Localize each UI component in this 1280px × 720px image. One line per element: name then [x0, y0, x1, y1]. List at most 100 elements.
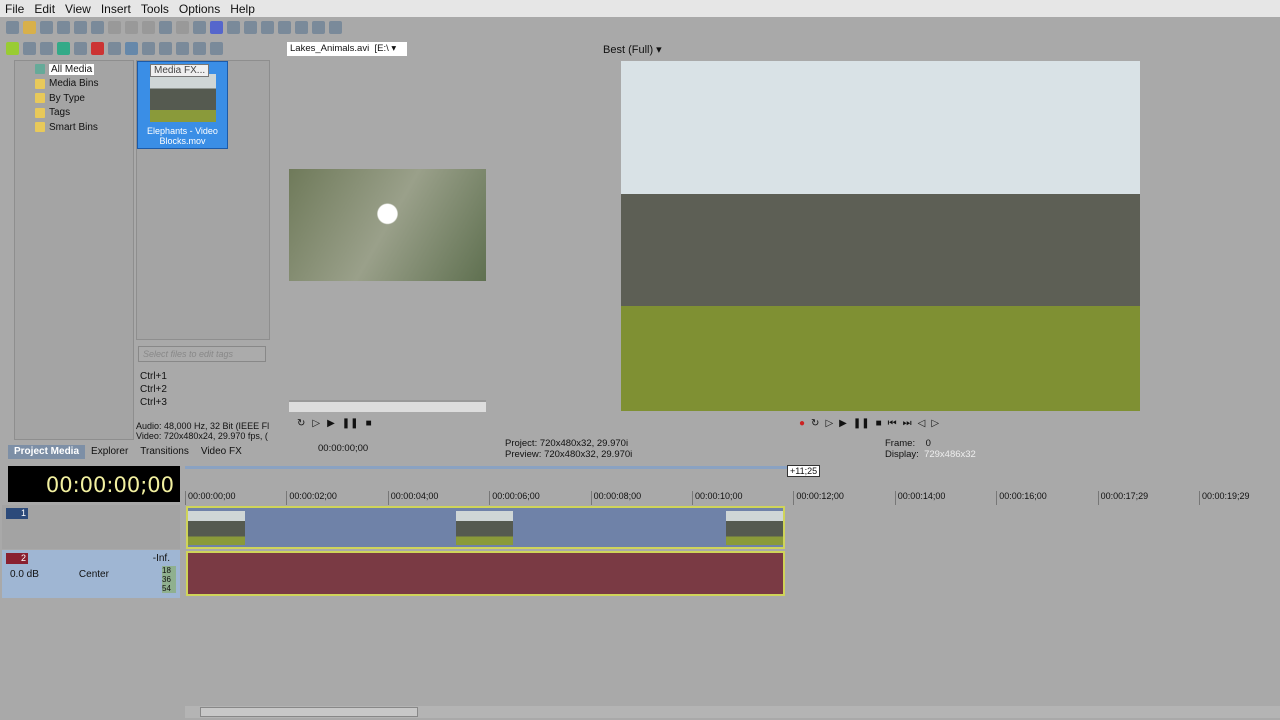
tag-shortcuts: Ctrl+1 Ctrl+2 Ctrl+3	[140, 370, 167, 409]
play-from-start-icon[interactable]: ▷	[825, 418, 833, 429]
frame-info: Frame: 0 Display: 729x486x32	[885, 438, 976, 460]
media-fx-icon[interactable]	[125, 41, 138, 55]
open-icon[interactable]	[23, 20, 36, 34]
ruler-tick: 00:00:10;00	[692, 491, 743, 505]
get-media-web-icon[interactable]	[40, 41, 53, 55]
menu-tools[interactable]: Tools	[136, 2, 174, 16]
tags-input[interactable]: Select files to edit tags	[138, 346, 266, 362]
loop-icon[interactable]: ↻	[811, 418, 819, 429]
play-from-start-icon[interactable]: ▷	[312, 418, 320, 429]
stop-media-icon[interactable]	[159, 41, 172, 55]
render-icon[interactable]	[74, 20, 87, 34]
new-icon[interactable]	[6, 20, 19, 34]
preview-info: Project: 720x480x32, 29.970i Preview: 72…	[505, 438, 632, 460]
menu-file[interactable]: File	[0, 2, 29, 16]
ruler-tick: 00:00:02;00	[286, 491, 337, 505]
help-icon[interactable]	[329, 20, 342, 34]
play-media-icon[interactable]	[142, 41, 155, 55]
copy-icon[interactable]	[125, 20, 138, 34]
media-properties-icon[interactable]	[108, 41, 121, 55]
tab-explorer[interactable]: Explorer	[85, 445, 134, 459]
stop-icon[interactable]: ■	[876, 418, 882, 429]
play-icon[interactable]: ▶	[839, 418, 847, 429]
tab-transitions[interactable]: Transitions	[134, 445, 195, 459]
properties-icon[interactable]	[91, 20, 104, 34]
menu-insert[interactable]: Insert	[96, 2, 136, 16]
ruler-tick: 00:00:16;00	[996, 491, 1047, 505]
capture-video-icon[interactable]	[23, 41, 36, 55]
clip-name: Elephants - Video Blocks.mov	[147, 126, 218, 146]
video-track-header[interactable]: 1	[2, 505, 180, 549]
menu-view[interactable]: View	[60, 2, 96, 16]
selection-tool-icon[interactable]	[278, 20, 291, 34]
prev-frame-icon[interactable]: ◁	[918, 418, 926, 429]
auto-ripple-icon[interactable]	[244, 20, 257, 34]
preview-transport: ● ↻ ▷ ▶ ❚❚ ■ ⏮ ⏭ ◁ ▷	[799, 418, 939, 429]
zoom-tool-icon[interactable]	[295, 20, 308, 34]
go-to-start-icon[interactable]: ⏮	[888, 418, 897, 429]
preferences-icon[interactable]	[312, 20, 325, 34]
redo-icon[interactable]	[176, 20, 189, 34]
trimmer-transport: ↻ ▷ ▶ ❚❚ ■	[297, 418, 372, 429]
loop-length: +11;25	[787, 465, 821, 477]
video-preview	[621, 61, 1140, 411]
preview-quality-select[interactable]: Best (Full) ▾	[603, 43, 662, 56]
import-media-icon[interactable]	[6, 41, 19, 55]
snapping-icon[interactable]	[227, 20, 240, 34]
normal-edit-tool-icon[interactable]	[193, 20, 206, 34]
video-event[interactable]	[186, 506, 785, 549]
shortcut: Ctrl+2	[140, 384, 167, 395]
auto-preview-icon[interactable]	[176, 41, 189, 55]
lock-envelopes-icon[interactable]	[261, 20, 274, 34]
audio-meter: 18 36 54	[162, 566, 176, 593]
paste-icon[interactable]	[142, 20, 155, 34]
views-icon[interactable]	[193, 41, 206, 55]
scrollbar-thumb[interactable]	[200, 707, 418, 717]
timeline-ruler[interactable]: 00:00:00;00 00:00:02;00 00:00:04;00 00:00:0…	[185, 484, 1280, 505]
video-info: Video: 720x480x24, 29.970 fps, (	[136, 431, 268, 441]
envelope-tool-icon[interactable]	[210, 20, 223, 34]
search-media-icon[interactable]	[74, 41, 87, 55]
next-frame-icon[interactable]: ▷	[931, 418, 939, 429]
pause-icon[interactable]: ❚❚	[853, 418, 870, 429]
go-to-end-icon[interactable]: ⏭	[903, 418, 912, 429]
pause-icon[interactable]: ❚❚	[342, 418, 359, 429]
undo-icon[interactable]	[159, 20, 172, 34]
remove-icon[interactable]	[91, 41, 104, 55]
menu-edit[interactable]: Edit	[29, 2, 60, 16]
loop-region-bar[interactable]	[185, 466, 790, 469]
loop-icon[interactable]: ↻	[297, 418, 305, 429]
volume-value: 0.0 dB	[10, 569, 39, 580]
tree-by-type[interactable]: By Type	[15, 91, 133, 106]
tab-project-media[interactable]: Project Media	[8, 445, 86, 459]
cut-icon[interactable]	[108, 20, 121, 34]
trimmer-timeline[interactable]	[289, 400, 486, 412]
refresh-icon[interactable]	[57, 41, 70, 55]
folder-icon	[35, 93, 45, 104]
menu-bar: File Edit View Insert Tools Options Help	[0, 0, 1280, 17]
ruler-tick: 00:00:00;00	[185, 491, 236, 505]
tab-video-fx[interactable]: Video FX	[195, 445, 248, 459]
audio-track-header[interactable]: 2 -Inf. 0.0 dB Center 18 36 54	[2, 550, 180, 598]
menu-options[interactable]: Options	[174, 2, 225, 16]
clip-thumbnail	[149, 74, 216, 122]
save-icon[interactable]	[40, 20, 53, 34]
trimmer-file-select[interactable]: Lakes_Animals.avi [E:\ ▾	[287, 42, 407, 56]
save-as-icon[interactable]	[57, 20, 70, 34]
display-label: Display:	[885, 449, 919, 460]
tree-media-bins[interactable]: Media Bins	[15, 77, 133, 92]
play-icon[interactable]: ▶	[327, 418, 335, 429]
tree-all-media[interactable]: All Media	[15, 62, 133, 77]
search-icon[interactable]	[210, 41, 223, 55]
record-icon[interactable]: ●	[799, 418, 805, 429]
tree-tags[interactable]: Tags	[15, 106, 133, 121]
track-number: 1	[6, 508, 28, 519]
ruler-tick: 00:00:08;00	[590, 491, 641, 505]
tree-smart-bins[interactable]: Smart Bins	[15, 120, 133, 135]
event-thumbnail	[726, 511, 783, 545]
stop-icon[interactable]: ■	[366, 418, 372, 429]
event-thumbnail	[456, 511, 513, 545]
shortcut: Ctrl+1	[140, 371, 167, 382]
menu-help[interactable]: Help	[225, 2, 260, 16]
audio-event[interactable]	[186, 551, 785, 596]
